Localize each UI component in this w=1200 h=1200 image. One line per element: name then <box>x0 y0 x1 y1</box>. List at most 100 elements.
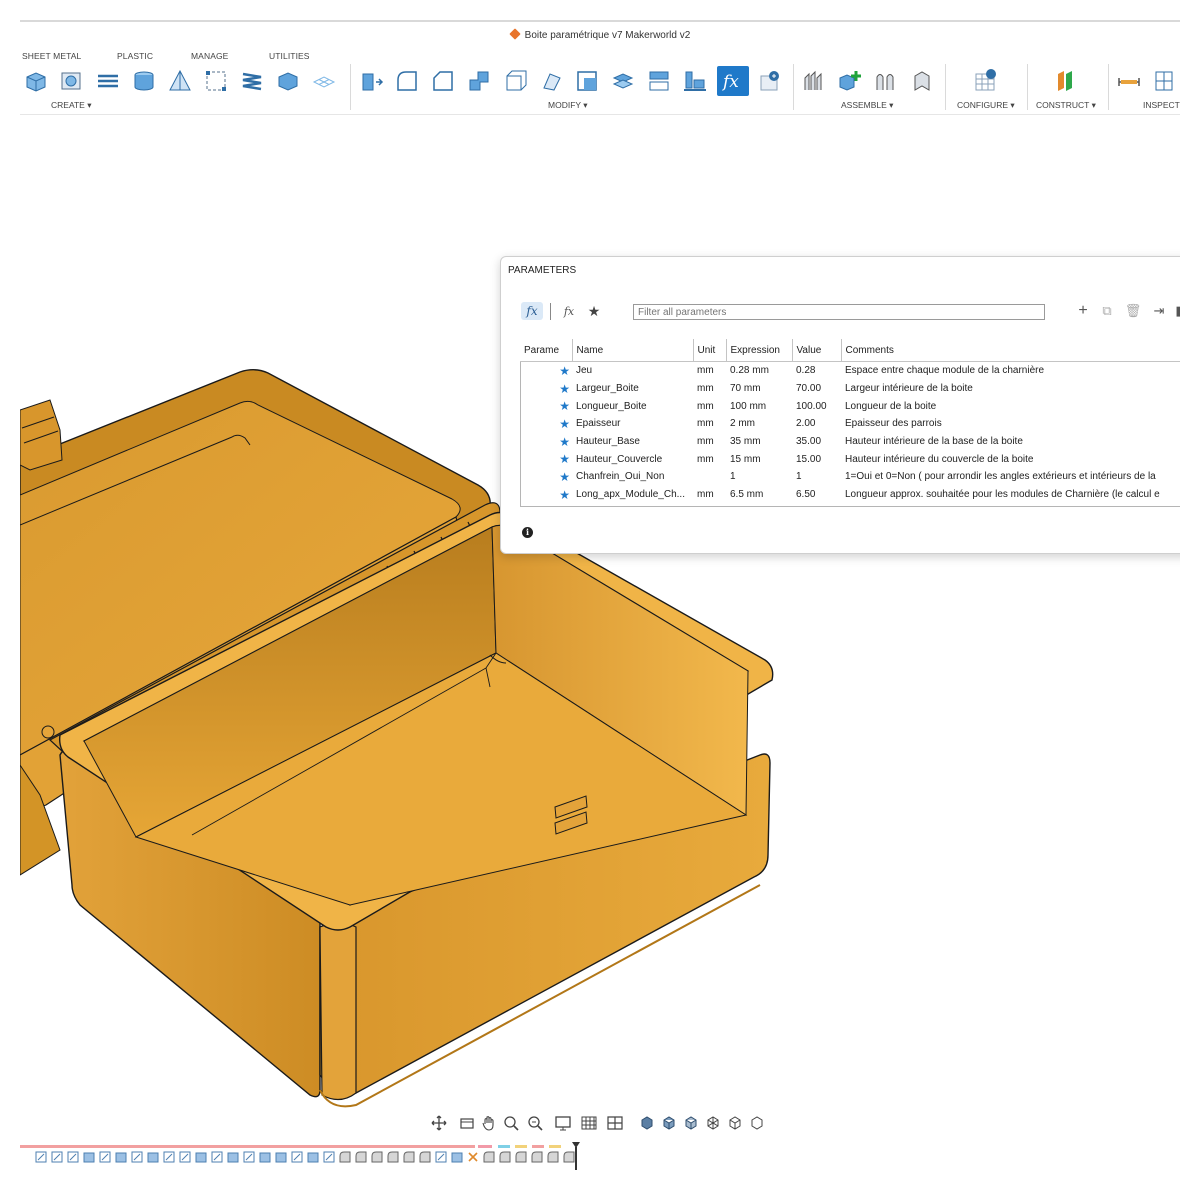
timeline-marker-icon[interactable] <box>572 1142 580 1170</box>
parameter-comment[interactable]: Espace entre chaque module de la charniè… <box>841 362 1180 380</box>
timeline-feature-icon[interactable] <box>386 1150 400 1164</box>
timeline-feature-icon[interactable] <box>546 1150 560 1164</box>
timeline-feature-icon[interactable] <box>82 1150 96 1164</box>
timeline-feature-icon[interactable] <box>178 1150 192 1164</box>
cube-hidden-icon[interactable] <box>682 1114 700 1132</box>
filter-parameters-input[interactable] <box>633 304 1045 320</box>
rigid-group-icon[interactable] <box>909 66 935 96</box>
timeline-feature-icon[interactable] <box>242 1150 256 1164</box>
timeline-feature-icon[interactable] <box>34 1150 48 1164</box>
cube-shaded-icon[interactable] <box>638 1114 656 1132</box>
timeline-feature-icon[interactable] <box>194 1150 208 1164</box>
pattern-icon[interactable] <box>203 66 229 96</box>
timeline-feature-icon[interactable] <box>418 1150 432 1164</box>
column-header-parameter[interactable]: Parame <box>520 339 573 362</box>
table-row[interactable]: ★ Hauteur_Base mm 35 mm 35.00 Hauteur in… <box>520 433 1180 451</box>
align-icon[interactable] <box>682 66 708 96</box>
tab-sheet-metal[interactable]: SHEET METAL <box>22 51 81 61</box>
offset-face-icon[interactable] <box>610 66 636 96</box>
import-icon[interactable]: ⇥ <box>1151 302 1167 320</box>
timeline-feature-icon[interactable] <box>498 1150 512 1164</box>
export-icon[interactable]: ▮ <box>1173 302 1180 320</box>
zoom-window-icon[interactable] <box>502 1114 520 1132</box>
tab-manage[interactable]: MANAGE <box>191 51 228 61</box>
orbit-icon[interactable] <box>430 1114 448 1132</box>
fillet-icon[interactable] <box>394 66 420 96</box>
compute-all-icon[interactable] <box>757 66 783 96</box>
timeline-feature-icon[interactable] <box>530 1150 544 1164</box>
assemble-menu[interactable]: ASSEMBLE ▾ <box>841 100 893 111</box>
measure-icon[interactable] <box>1116 66 1142 96</box>
parameter-expression[interactable]: 1 <box>726 468 792 486</box>
parameter-expression[interactable]: 35 mm <box>726 433 792 451</box>
parameter-expression[interactable]: 70 mm <box>726 380 792 398</box>
viewports-icon[interactable] <box>606 1114 624 1132</box>
split-face-icon[interactable] <box>646 66 672 96</box>
configure-menu[interactable]: CONFIGURE ▾ <box>957 100 1015 111</box>
parameter-comment[interactable]: Longueur approx. souhaitée pour les modu… <box>841 486 1180 504</box>
parameter-comment[interactable]: 1=Oui et 0=Non ( pour arrondir les angle… <box>841 468 1180 486</box>
grid-icon[interactable] <box>580 1114 598 1132</box>
column-header-value[interactable]: Value <box>792 339 842 362</box>
favorite-star-icon[interactable]: ★ <box>520 468 572 486</box>
cube-shaded-edges-icon[interactable] <box>660 1114 678 1132</box>
add-parameter-icon[interactable]: + <box>1075 302 1091 320</box>
timeline-feature-icon[interactable] <box>98 1150 112 1164</box>
combine-icon[interactable] <box>574 66 600 96</box>
timeline-feature-icon[interactable] <box>258 1150 272 1164</box>
parameter-comment[interactable]: Longueur de la boite <box>841 397 1180 415</box>
mesh-icon[interactable] <box>311 66 337 96</box>
cube-outline-icon[interactable] <box>726 1114 744 1132</box>
favorite-star-icon[interactable]: ★ <box>520 380 572 398</box>
canvas-viewport[interactable]: PARAMETERS fx fx ★ + ⧉ 🗑 ⇥ ▮ <box>20 115 1180 1115</box>
inspect-menu[interactable]: INSPECT <box>1143 100 1180 110</box>
user-parameter-icon[interactable]: fx <box>521 302 543 320</box>
delete-parameter-icon[interactable]: 🗑 <box>1125 302 1142 320</box>
create-sketch-icon[interactable] <box>58 66 84 96</box>
configure-icon[interactable] <box>972 66 998 96</box>
copy-parameter-icon[interactable]: ⧉ <box>1099 302 1115 320</box>
column-header-unit[interactable]: Unit <box>693 339 727 362</box>
timeline-feature-icon[interactable] <box>226 1150 240 1164</box>
change-parameters-icon[interactable]: fx <box>717 66 749 96</box>
box-icon[interactable] <box>275 66 301 96</box>
timeline-feature-icon[interactable] <box>322 1150 336 1164</box>
timeline-feature-icon[interactable] <box>290 1150 304 1164</box>
cube-wireframe-icon[interactable] <box>704 1114 722 1132</box>
timeline-feature-icon[interactable] <box>482 1150 496 1164</box>
timeline-feature-icon[interactable] <box>370 1150 384 1164</box>
favorites-icon[interactable]: ★ <box>585 302 603 320</box>
joint-icon[interactable] <box>801 66 827 96</box>
table-row[interactable]: ★ Jeu mm 0.28 mm 0.28 Espace entre chaqu… <box>520 362 1180 380</box>
coil-icon[interactable] <box>239 66 265 96</box>
timeline-feature-icon[interactable] <box>146 1150 160 1164</box>
tab-plastic[interactable]: PLASTIC <box>117 51 153 61</box>
timeline-feature-icon[interactable] <box>466 1150 480 1164</box>
parameter-comment[interactable]: Hauteur intérieure de la base de la boit… <box>841 433 1180 451</box>
parameter-comment[interactable]: Hauteur intérieure du couvercle de la bo… <box>841 450 1180 468</box>
chamfer-icon[interactable] <box>430 66 456 96</box>
column-header-expression[interactable]: Expression <box>726 339 793 362</box>
table-row[interactable]: ★ Epaisseur mm 2 mm 2.00 Epaisseur des p… <box>520 415 1180 433</box>
timeline-feature-icon[interactable] <box>274 1150 288 1164</box>
favorite-star-icon[interactable]: ★ <box>520 486 572 504</box>
timeline-feature-icon[interactable] <box>514 1150 528 1164</box>
info-icon[interactable]: i <box>522 527 533 538</box>
model-parameter-icon[interactable]: fx <box>559 302 579 320</box>
timeline-feature-icon[interactable] <box>66 1150 80 1164</box>
shell-icon[interactable] <box>466 66 492 96</box>
cone-icon[interactable] <box>167 66 193 96</box>
timeline-feature-icon[interactable] <box>402 1150 416 1164</box>
favorite-star-icon[interactable]: ★ <box>520 397 572 415</box>
tab-utilities[interactable]: UTILITIES <box>269 51 310 61</box>
parameter-expression[interactable]: 15 mm <box>726 450 792 468</box>
press-pull-icon[interactable] <box>358 66 384 96</box>
zoom-icon[interactable] <box>526 1114 544 1132</box>
parameter-expression[interactable]: 6.5 mm <box>726 486 792 504</box>
column-header-comments[interactable]: Comments <box>841 339 1180 362</box>
table-row[interactable]: ★ Hauteur_Couvercle mm 15 mm 15.00 Haute… <box>520 450 1180 468</box>
cylinder-icon[interactable] <box>131 66 157 96</box>
parameter-expression[interactable]: 2 mm <box>726 415 792 433</box>
timeline-feature-icon[interactable] <box>162 1150 176 1164</box>
timeline-feature-icon[interactable] <box>354 1150 368 1164</box>
